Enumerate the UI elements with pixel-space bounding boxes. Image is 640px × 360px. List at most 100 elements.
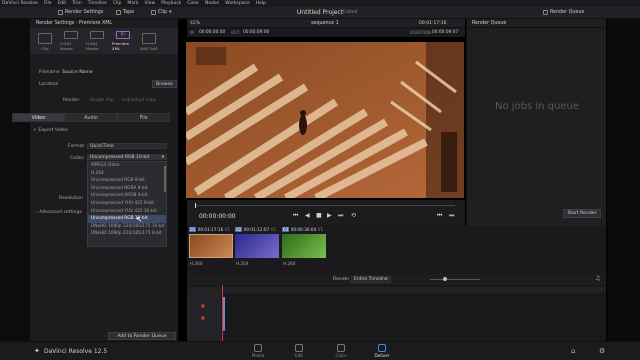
start-render-button[interactable]: Start Render (563, 209, 601, 218)
nav-deliver[interactable]: Deliver (367, 344, 397, 358)
menu-item[interactable]: Color (187, 1, 199, 6)
vimeo-icon (38, 33, 52, 44)
codec-option[interactable]: MPEG4 Video (88, 162, 166, 170)
clip-1-header: 01 00:01:17:16 V1 (189, 227, 230, 232)
music-note-icon[interactable]: ♫ (595, 275, 600, 282)
media-icon (254, 344, 262, 352)
preset-vimeo[interactable]: Clip (34, 31, 56, 51)
clip-timecode: 00:01:12:07 (243, 227, 270, 232)
track-headers: ■ ■ (187, 293, 221, 341)
menu-item[interactable]: Clip (113, 1, 122, 6)
gear-icon[interactable]: ⚙ (599, 347, 605, 355)
advanced-settings-toggle[interactable]: › Advanced settings (36, 210, 82, 215)
color-icon (337, 344, 345, 352)
go-to-start-icon[interactable]: ⏮ (293, 212, 298, 220)
filename-value[interactable]: Source Name (62, 70, 93, 75)
zoom-value[interactable]: 42% (190, 21, 200, 26)
in-value[interactable]: 00:00:00:00 (199, 30, 225, 35)
tab-video[interactable]: Video (12, 113, 65, 122)
preset-h264-2[interactable]: H.264 Master (86, 31, 108, 51)
render-mode-select[interactable]: Entire Timeline (351, 276, 391, 283)
clip-codec: H.264 (236, 261, 249, 266)
menu-item[interactable]: Help (256, 1, 266, 6)
codec-select[interactable]: Uncompressed RGB 10-bit ▾ (87, 154, 167, 160)
clip-thumbnail-3[interactable] (282, 234, 326, 258)
menu-item[interactable]: Mark (127, 1, 138, 6)
project-title: Untitled Project (296, 9, 344, 16)
menu-item[interactable]: Playback (161, 1, 181, 6)
clip-2-header: 02 00:01:12:07 V1 (235, 227, 276, 232)
menu-item[interactable]: DaVinci Resolve (2, 1, 38, 6)
play-reverse-icon[interactable]: ◀ (305, 212, 310, 219)
codec-option[interactable]: Uncompressed BGRA 8-bit (88, 185, 166, 193)
browse-button[interactable]: Browse (152, 80, 177, 88)
left-gutter (0, 19, 30, 341)
scrubber-playhead[interactable] (195, 203, 196, 208)
home-icon[interactable]: ⌂ (571, 347, 575, 355)
menu-item[interactable]: Timeline (88, 1, 107, 6)
clip-codec: H.264 (190, 261, 203, 266)
dropdown-scrollbar[interactable] (164, 166, 166, 192)
next-frame-icon[interactable]: ⏭ (449, 212, 454, 220)
clip-thumbnail-2[interactable] (235, 234, 279, 258)
preset-label: Clip (41, 46, 49, 51)
codec-option[interactable]: DNxHD 1080p 220/185/175 10-bit (88, 223, 166, 231)
render-queue-title: Render Queue (467, 19, 606, 28)
individual-clips-option[interactable]: Individual clips (122, 98, 156, 103)
in-out-row: IN 00:00:00:00 OUT 00:00:09:06 DURATION … (187, 28, 465, 37)
chevron-right-icon: › (36, 210, 38, 215)
preset-row: Clip H.264 Master H.264 Master Pr Premie… (30, 28, 178, 54)
nav-label: Media (251, 353, 265, 358)
clip-track: V1 (317, 227, 324, 232)
nav-edit[interactable]: Edit (284, 344, 314, 358)
codec-option-selected[interactable]: Uncompressed RGB 10-bit (88, 215, 166, 223)
zoom-slider-handle[interactable] (443, 277, 447, 281)
nav-media[interactable]: Media (243, 344, 273, 358)
clip-thumbnail-1[interactable] (189, 234, 233, 258)
tab-file[interactable]: File (117, 113, 171, 122)
menu-item[interactable]: View (145, 1, 156, 6)
tab-audio[interactable]: Audio (64, 113, 118, 122)
preset-h264-1[interactable]: H.264 Master (60, 31, 82, 51)
zoom-slider[interactable] (430, 279, 480, 280)
timeline[interactable] (187, 285, 606, 341)
go-to-end-icon[interactable]: ⏭ (338, 212, 343, 220)
prev-frame-icon[interactable]: ⏮ (437, 212, 442, 220)
play-icon[interactable]: ▶ (327, 212, 332, 219)
nav-color[interactable]: Color (326, 344, 356, 358)
codec-option[interactable]: Uncompressed ARGB 8-bit (88, 192, 166, 200)
timeline-clip[interactable] (223, 297, 225, 331)
timeline-ruler[interactable] (187, 287, 606, 293)
clip-3-header: 03 00:06:36:04 V1 (282, 227, 323, 232)
menu-item[interactable]: Trim (72, 1, 82, 6)
audio-track-icon[interactable]: ■ (201, 315, 205, 320)
preset-avid-aaf[interactable]: AVID AAF (138, 31, 160, 51)
format-select[interactable]: QuickTime (87, 143, 167, 149)
codec-option[interactable]: H.264 (88, 170, 166, 178)
menu-item[interactable]: Workspace (225, 1, 250, 6)
transport-bar: 00:00:00:00 ⏮ ◀ ■ ▶ ⏭ ⟲ ⏮ ⏭ (187, 200, 465, 226)
loop-icon[interactable]: ⟲ (351, 212, 356, 219)
menu-item[interactable]: Edit (57, 1, 66, 6)
codec-option[interactable]: Uncompressed YUV 422 8-bit (88, 200, 166, 208)
scrubber-track[interactable] (195, 205, 455, 206)
codec-option[interactable]: Uncompressed YUV 422 10-bit (88, 208, 166, 216)
codec-value: Uncompressed RGB 10-bit (90, 155, 150, 160)
video-track-icon[interactable]: ■ (201, 303, 205, 308)
menu-item[interactable]: File (44, 1, 52, 6)
format-label: Format (68, 144, 85, 149)
stop-icon[interactable]: ■ (316, 212, 322, 219)
clip-codec: H.264 (283, 261, 296, 266)
codec-option[interactable]: Uncompressed RGB 8-bit (88, 177, 166, 185)
codec-option[interactable]: DNxHD 1080p 220/185/175 8-bit (88, 230, 166, 238)
menu-item[interactable]: Nodes (205, 1, 219, 6)
add-to-render-queue-button[interactable]: Add to Render Queue (108, 332, 176, 340)
export-video-checkbox[interactable]: ✓ Export Video (33, 128, 68, 133)
export-video-label: Export Video (38, 128, 68, 133)
video-viewer[interactable] (186, 42, 464, 198)
preset-premiere-xml[interactable]: Pr Premiere XML (112, 31, 134, 51)
bottom-bar: DaVinci Resolve 12.5 ✦ Media Edit Color … (0, 341, 640, 360)
out-value[interactable]: 00:00:09:06 (243, 30, 269, 35)
single-clip-option[interactable]: Single clip (90, 98, 114, 103)
sequence-name: sequence 1 (311, 21, 339, 26)
